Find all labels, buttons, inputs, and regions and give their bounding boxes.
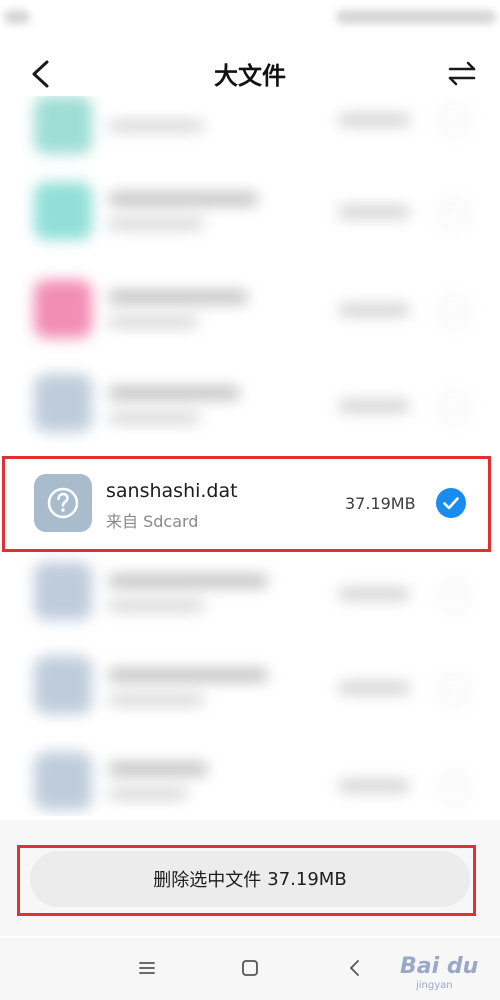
file-item-blurred[interactable] (0, 740, 500, 816)
delete-size: 37.19MB (267, 868, 347, 890)
file-size-blurred (338, 304, 410, 316)
app-header: 大文件 (0, 40, 500, 104)
file-thumbnail (34, 280, 92, 338)
file-size-blurred (338, 682, 410, 694)
delete-label: 删除选中文件 (153, 870, 262, 891)
file-meta-blurred (108, 788, 188, 800)
checkbox[interactable] (440, 298, 468, 326)
file-size-blurred (338, 400, 410, 412)
file-thumbnail (34, 374, 92, 432)
file-size-blurred (338, 206, 410, 218)
file-thumbnail (34, 182, 92, 240)
file-source: 来自 Sdcard (106, 512, 199, 531)
selected-checkbox[interactable] (436, 488, 466, 518)
file-name-blurred (108, 192, 258, 206)
file-meta-blurred (108, 316, 198, 328)
file-meta-blurred (108, 694, 204, 706)
file-name-blurred (108, 290, 248, 304)
file-size: 37.19MB (345, 494, 416, 513)
file-meta-blurred (108, 600, 204, 612)
file-size-blurred (338, 780, 410, 792)
nav-home-button[interactable] (238, 956, 262, 980)
checkbox[interactable] (440, 106, 468, 134)
nav-back-button[interactable] (343, 956, 367, 980)
file-name-blurred (108, 762, 208, 776)
file-size-blurred (338, 588, 410, 600)
file-meta-blurred (108, 120, 204, 132)
file-meta-blurred (108, 412, 200, 424)
delete-selected-button[interactable]: 删除选中文件 37.19MB (30, 851, 470, 907)
page-title: 大文件 (214, 62, 286, 90)
menu-icon (139, 962, 155, 974)
unknown-file-icon (34, 474, 92, 532)
file-size-blurred (338, 114, 410, 126)
file-thumbnail (34, 96, 92, 154)
file-name-blurred (108, 574, 268, 588)
status-icons (336, 10, 496, 24)
file-item-blurred[interactable] (0, 172, 500, 264)
watermark-logo: Bai du (400, 954, 479, 979)
sort-icon (448, 61, 476, 86)
file-thumbnail (34, 752, 92, 810)
file-name-blurred (108, 668, 268, 682)
checkbox[interactable] (440, 200, 468, 228)
file-name-blurred (108, 386, 240, 400)
checkbox[interactable] (440, 582, 468, 610)
file-item-blurred[interactable] (0, 364, 500, 456)
status-bar (0, 0, 500, 36)
file-thumbnail (34, 562, 92, 620)
nav-menu-button[interactable] (135, 956, 159, 980)
checkbox[interactable] (440, 394, 468, 422)
back-icon (350, 960, 359, 976)
file-meta-blurred (108, 218, 204, 230)
checkmark-icon (436, 488, 466, 518)
file-thumbnail (34, 656, 92, 714)
checkbox[interactable] (440, 676, 468, 704)
file-item-blurred[interactable] (0, 646, 500, 738)
status-time (4, 10, 30, 24)
file-name: sanshashi.dat (106, 480, 238, 502)
sort-button[interactable] (444, 56, 480, 92)
checkbox[interactable] (440, 774, 468, 802)
watermark-sub: jingyan (416, 980, 453, 991)
file-item-blurred[interactable] (0, 268, 500, 360)
file-item-blurred[interactable] (0, 552, 500, 644)
home-icon (242, 960, 258, 976)
